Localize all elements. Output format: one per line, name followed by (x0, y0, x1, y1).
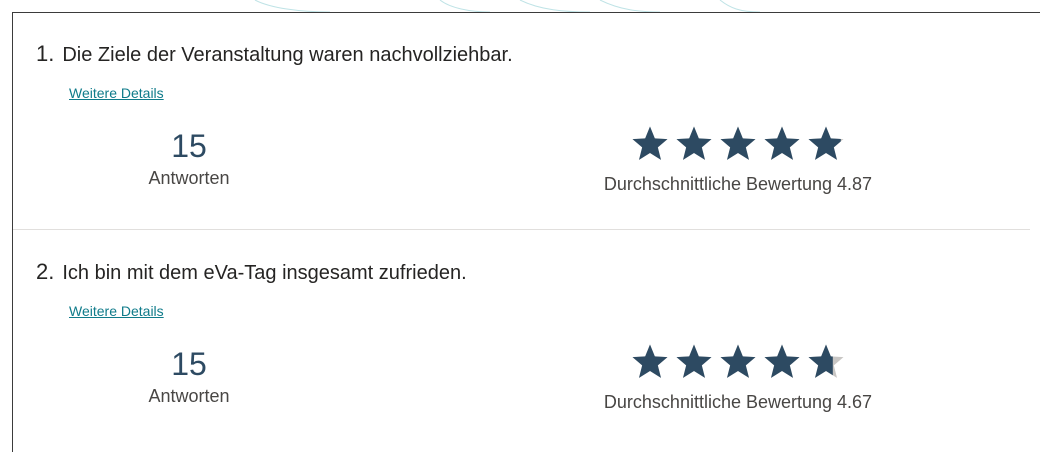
star-icon (764, 344, 800, 378)
more-details-link[interactable]: Weitere Details (69, 303, 164, 319)
star-rating (573, 342, 903, 386)
star-icon (808, 344, 844, 378)
more-details-link[interactable]: Weitere Details (69, 85, 164, 101)
star-icon (632, 344, 668, 378)
responses-count: 15 (171, 128, 207, 164)
question-title: 1. Die Ziele der Veranstaltung waren nach… (36, 41, 513, 67)
star-rating (573, 124, 903, 168)
star-icon (764, 126, 800, 160)
question-title: 2. Ich bin mit dem eVa-Tag insgesamt zufr… (36, 259, 467, 285)
star-icon (676, 126, 712, 160)
question-number: 2. (36, 259, 55, 284)
responses-label: Antworten (148, 386, 230, 406)
question-card-1: 1. Die Ziele der Veranstaltung waren nach… (13, 13, 1030, 230)
average-rating-label: Durchschnittliche Bewertung 4.67 (603, 392, 873, 412)
question-number: 1. (36, 41, 55, 66)
question-card-2: 2. Ich bin mit dem eVa-Tag insgesamt zufr… (13, 231, 1030, 453)
star-icon (720, 126, 756, 160)
average-rating-block: Durchschnittliche Bewertung 4.67 (573, 342, 903, 413)
responses-count: 15 (171, 346, 207, 382)
star-icon (676, 344, 712, 378)
star-icon (632, 126, 668, 160)
question-text: Ich bin mit dem eVa-Tag insgesamt zufrie… (62, 262, 467, 284)
results-panel: 1. Die Ziele der Veranstaltung waren nach… (12, 12, 1040, 452)
average-rating-label: Durchschnittliche Bewertung 4.87 (603, 174, 873, 194)
star-icon (720, 344, 756, 378)
responses-count-block: 15 Antworten (129, 126, 249, 189)
average-rating-block: Durchschnittliche Bewertung 4.87 (573, 124, 903, 195)
question-text: Die Ziele der Veranstaltung waren nachvo… (62, 44, 513, 66)
responses-count-block: 15 Antworten (129, 344, 249, 407)
responses-label: Antworten (148, 168, 230, 188)
star-icon (808, 126, 844, 160)
